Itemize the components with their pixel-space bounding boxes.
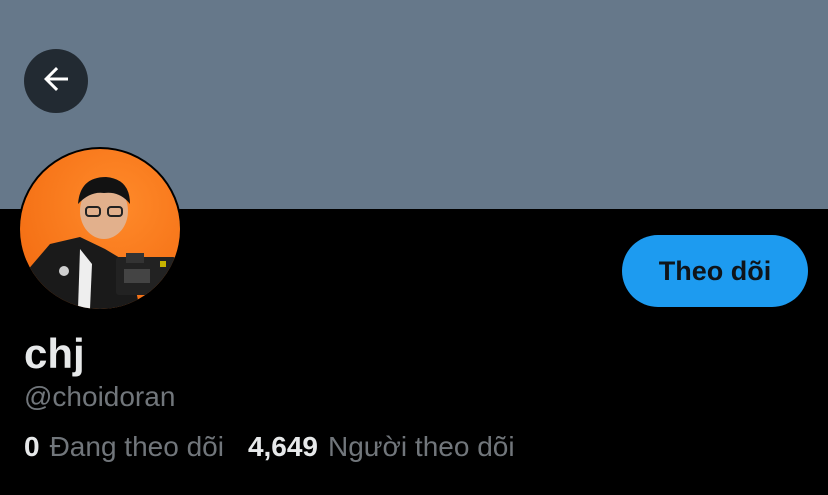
user-handle: @choidoran bbox=[24, 381, 176, 412]
back-button[interactable] bbox=[24, 49, 88, 113]
avatar[interactable] bbox=[18, 147, 182, 311]
profile-stats: 0 Đang theo dõi 4,649 Người theo dõi bbox=[24, 430, 515, 464]
avatar-photo bbox=[20, 149, 180, 309]
followers-stat[interactable]: 4,649 Người theo dõi bbox=[248, 430, 515, 464]
following-stat[interactable]: 0 Đang theo dõi bbox=[24, 430, 224, 464]
following-label: Đang theo dõi bbox=[49, 431, 224, 462]
follow-button[interactable]: Theo dõi bbox=[622, 235, 808, 307]
arrow-left-icon bbox=[38, 61, 74, 102]
followers-label: Người theo dõi bbox=[328, 431, 515, 462]
followers-count: 4,649 bbox=[247, 431, 319, 462]
display-name: chj bbox=[24, 330, 85, 377]
following-count: 0 bbox=[24, 431, 40, 462]
